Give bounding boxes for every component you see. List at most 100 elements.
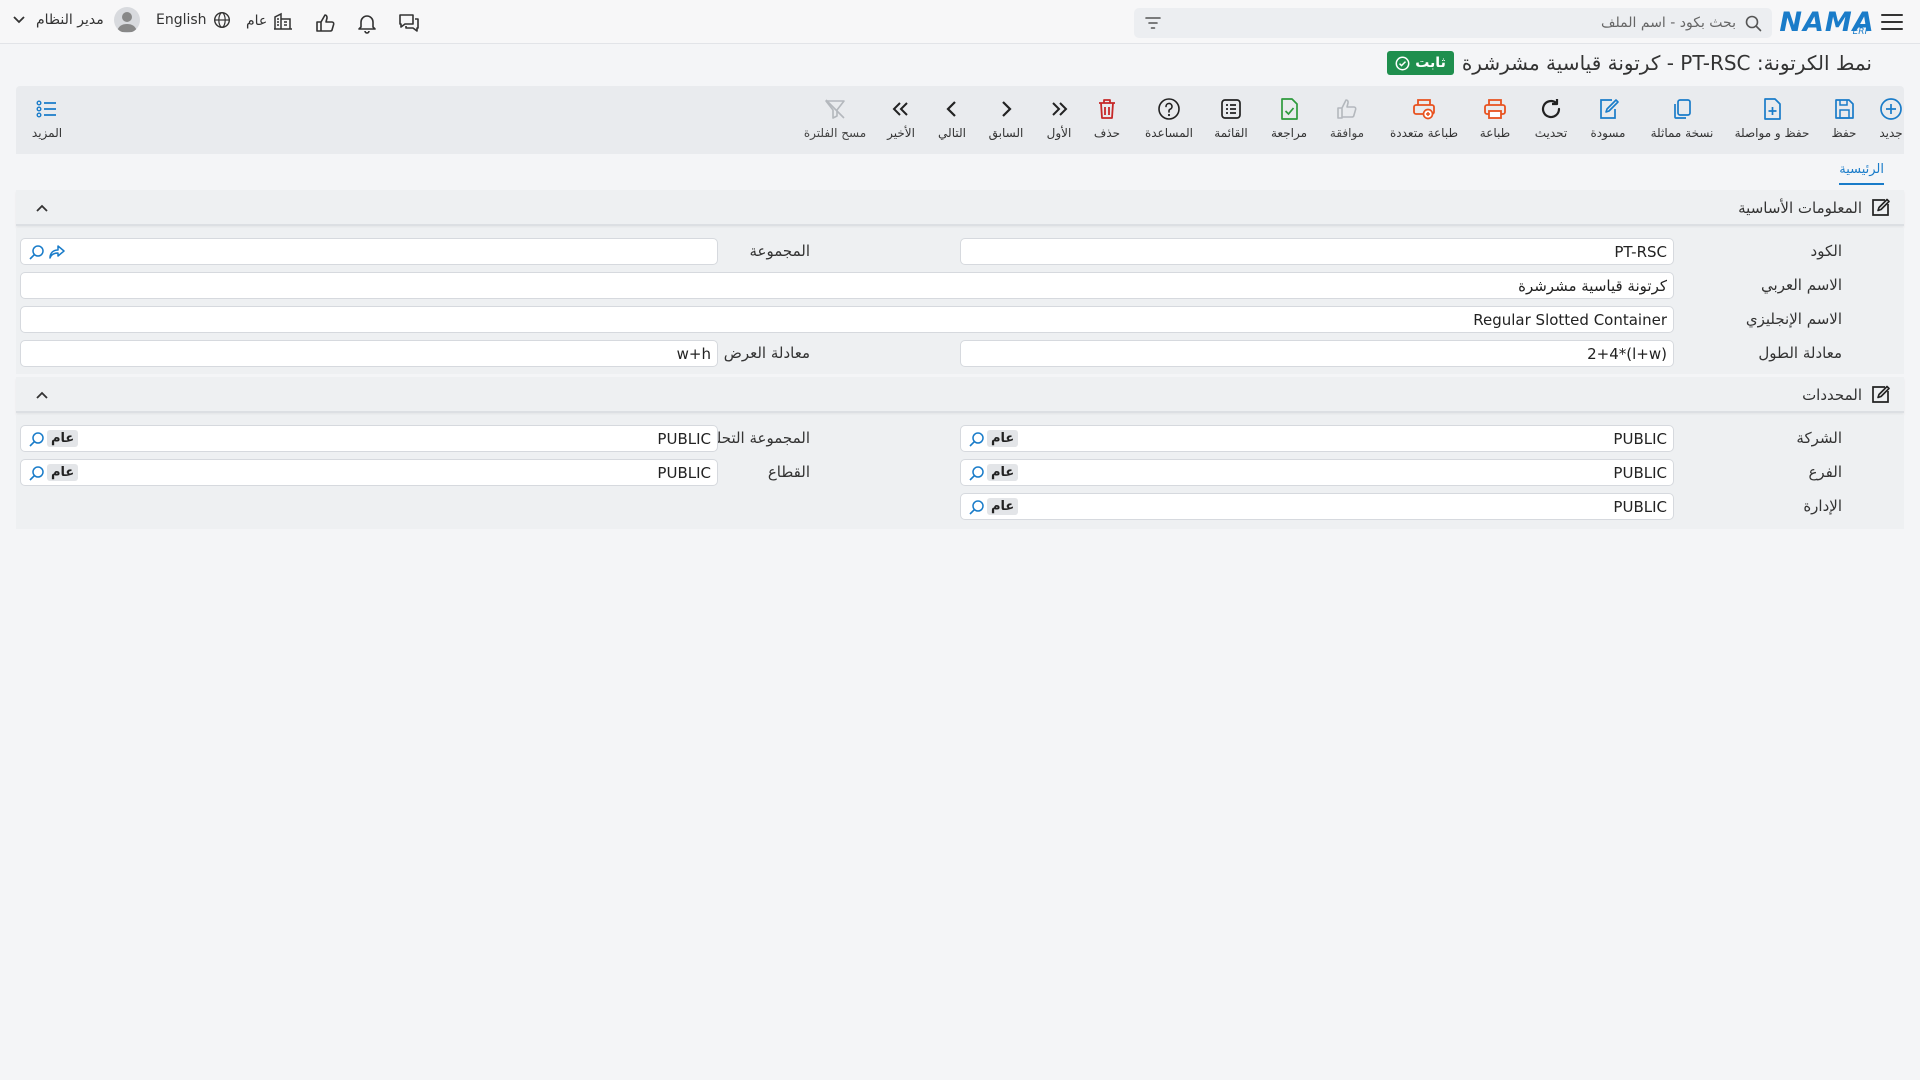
- chevron-left-icon: [939, 96, 965, 122]
- width-equation-value: w+h: [676, 344, 711, 363]
- filter-off-icon: [822, 96, 848, 122]
- language-label: English: [156, 12, 207, 28]
- approve-label: موافقة: [1329, 126, 1365, 140]
- chat-icon[interactable]: [396, 10, 422, 36]
- top-bar: NAMA ERP عام English مدير النظام: [0, 0, 1920, 44]
- sector-field[interactable]: PUBLIC عام: [20, 459, 718, 486]
- search-lookup-icon[interactable]: [27, 463, 47, 483]
- code-label: الكود: [1810, 242, 1842, 260]
- page-header: نمط الكرتونة: PT-RSC - كرتونة قياسية مشر…: [1387, 48, 1872, 78]
- company-field[interactable]: PUBLIC عام: [960, 425, 1674, 452]
- branch-field[interactable]: PUBLIC عام: [960, 459, 1674, 486]
- app-logo[interactable]: NAMA ERP: [1779, 6, 1873, 38]
- dimensions-section-header[interactable]: المحددات: [16, 377, 1904, 413]
- english-name-field[interactable]: Regular Slotted Container: [20, 306, 1674, 333]
- department-label: الإدارة: [1803, 497, 1842, 515]
- code-field[interactable]: PT-RSC: [960, 238, 1674, 265]
- department-chip: عام: [987, 498, 1019, 515]
- review-label: مراجعة: [1270, 126, 1308, 140]
- save-disk-icon: [1831, 96, 1857, 122]
- english-name-value: Regular Slotted Container: [1473, 310, 1667, 329]
- trash-icon: [1094, 96, 1120, 122]
- arabic-name-field[interactable]: كرتونة قياسية مشرشرة: [20, 272, 1674, 299]
- user-name: مدير النظام: [36, 12, 104, 28]
- width-equation-label: معادلة العرض: [723, 344, 810, 362]
- next-record-label: التالي: [938, 126, 966, 140]
- length-equation-value: 2+4*(l+w): [1587, 344, 1667, 363]
- refresh-label: تحديث: [1534, 126, 1568, 140]
- thumbs-up-icon: [1334, 96, 1360, 122]
- basic-info-title: المعلومات الأساسية: [1738, 199, 1862, 217]
- double-chevron-right-icon: [1046, 96, 1072, 122]
- double-chevron-left-icon: [888, 96, 914, 122]
- first-record-label: الأول: [1046, 126, 1072, 140]
- duplicate-label: نسخة مماثلة: [1650, 126, 1714, 140]
- search-lookup-icon[interactable]: [967, 463, 987, 483]
- width-equation-field[interactable]: w+h: [20, 340, 718, 367]
- branch-value: PUBLIC: [1613, 463, 1667, 482]
- english-name-label: الاسم الإنجليزي: [1745, 310, 1842, 328]
- multi-print-button[interactable]: طباعة متعددة: [1374, 96, 1474, 148]
- globe-icon: [213, 11, 231, 29]
- refresh-icon: [1538, 96, 1564, 122]
- hamburger-menu-icon[interactable]: [1880, 10, 1904, 34]
- previous-record-label: السابق: [988, 126, 1024, 140]
- group-field[interactable]: [20, 238, 718, 265]
- search-lookup-icon[interactable]: [27, 242, 47, 262]
- clear-filter-label: مسح الفلترة: [803, 126, 867, 140]
- open-link-icon[interactable]: [47, 242, 67, 262]
- approvals-thumbs-up-icon[interactable]: [312, 10, 338, 36]
- multi-printer-icon: [1411, 96, 1437, 122]
- list-label: القائمة: [1214, 126, 1248, 140]
- analysis-group-value: PUBLIC: [657, 429, 711, 448]
- chevron-down-icon: [12, 15, 26, 25]
- avatar: [113, 7, 140, 33]
- chevron-right-icon: [993, 96, 1019, 122]
- length-equation-field[interactable]: 2+4*(l+w): [960, 340, 1674, 367]
- help-button[interactable]: المساعدة: [1134, 96, 1204, 148]
- action-toolbar: جديد حفظ حفظ و مواصلة نسخة مماثلة مسودة …: [16, 86, 1904, 154]
- save-and-continue-label: حفظ و مواصلة: [1734, 126, 1810, 140]
- company-label: الشركة: [1796, 429, 1842, 447]
- company-value: PUBLIC: [1613, 429, 1667, 448]
- clear-filter-button[interactable]: مسح الفلترة: [785, 96, 885, 148]
- notifications-bell-icon[interactable]: [354, 10, 380, 36]
- department-field[interactable]: PUBLIC عام: [960, 493, 1674, 520]
- search-icon[interactable]: [1744, 14, 1762, 32]
- more-button[interactable]: المزيد: [16, 96, 78, 148]
- search-lookup-icon[interactable]: [27, 429, 47, 449]
- user-menu[interactable]: مدير النظام: [12, 7, 140, 33]
- dimensions-panel: الشركة PUBLIC عام المجموعة التحليلية PUB…: [16, 415, 1904, 529]
- list-button[interactable]: القائمة: [1196, 96, 1266, 148]
- branch-label: الفرع: [1808, 463, 1842, 481]
- pencil-document-icon: [1595, 96, 1621, 122]
- save-and-continue-button[interactable]: حفظ و مواصلة: [1722, 96, 1822, 148]
- help-circle-icon: [1156, 96, 1182, 122]
- search-lookup-icon[interactable]: [967, 429, 987, 449]
- length-equation-label: معادلة الطول: [1758, 344, 1842, 362]
- chevron-up-icon[interactable]: [32, 198, 52, 218]
- sector-chip: عام: [47, 464, 79, 481]
- file-check-icon: [1276, 96, 1302, 122]
- department-value: PUBLIC: [1613, 497, 1667, 516]
- list-icon: [1218, 96, 1244, 122]
- analysis-group-chip: عام: [47, 430, 79, 447]
- analysis-group-field[interactable]: PUBLIC عام: [20, 425, 718, 452]
- tab-main[interactable]: الرئيسية: [1839, 162, 1884, 185]
- language-switcher[interactable]: English: [156, 11, 231, 29]
- search-lookup-icon[interactable]: [967, 497, 987, 517]
- public-scope-label: عام: [246, 13, 268, 29]
- printer-icon: [1482, 96, 1508, 122]
- filter-icon[interactable]: [1144, 14, 1162, 32]
- basic-info-section-header[interactable]: المعلومات الأساسية: [16, 190, 1904, 226]
- edit-square-icon: [1870, 198, 1890, 218]
- edit-square-icon: [1870, 385, 1890, 405]
- public-scope-selector[interactable]: عام: [246, 11, 293, 31]
- status-badge: ثابت: [1387, 51, 1454, 75]
- duplicate-button[interactable]: نسخة مماثلة: [1634, 96, 1730, 148]
- dimensions-title: المحددات: [1802, 386, 1862, 404]
- last-record-label: الأخير: [887, 126, 915, 140]
- branch-chip: عام: [987, 464, 1019, 481]
- search-input[interactable]: [1162, 15, 1744, 31]
- chevron-up-icon[interactable]: [32, 385, 52, 405]
